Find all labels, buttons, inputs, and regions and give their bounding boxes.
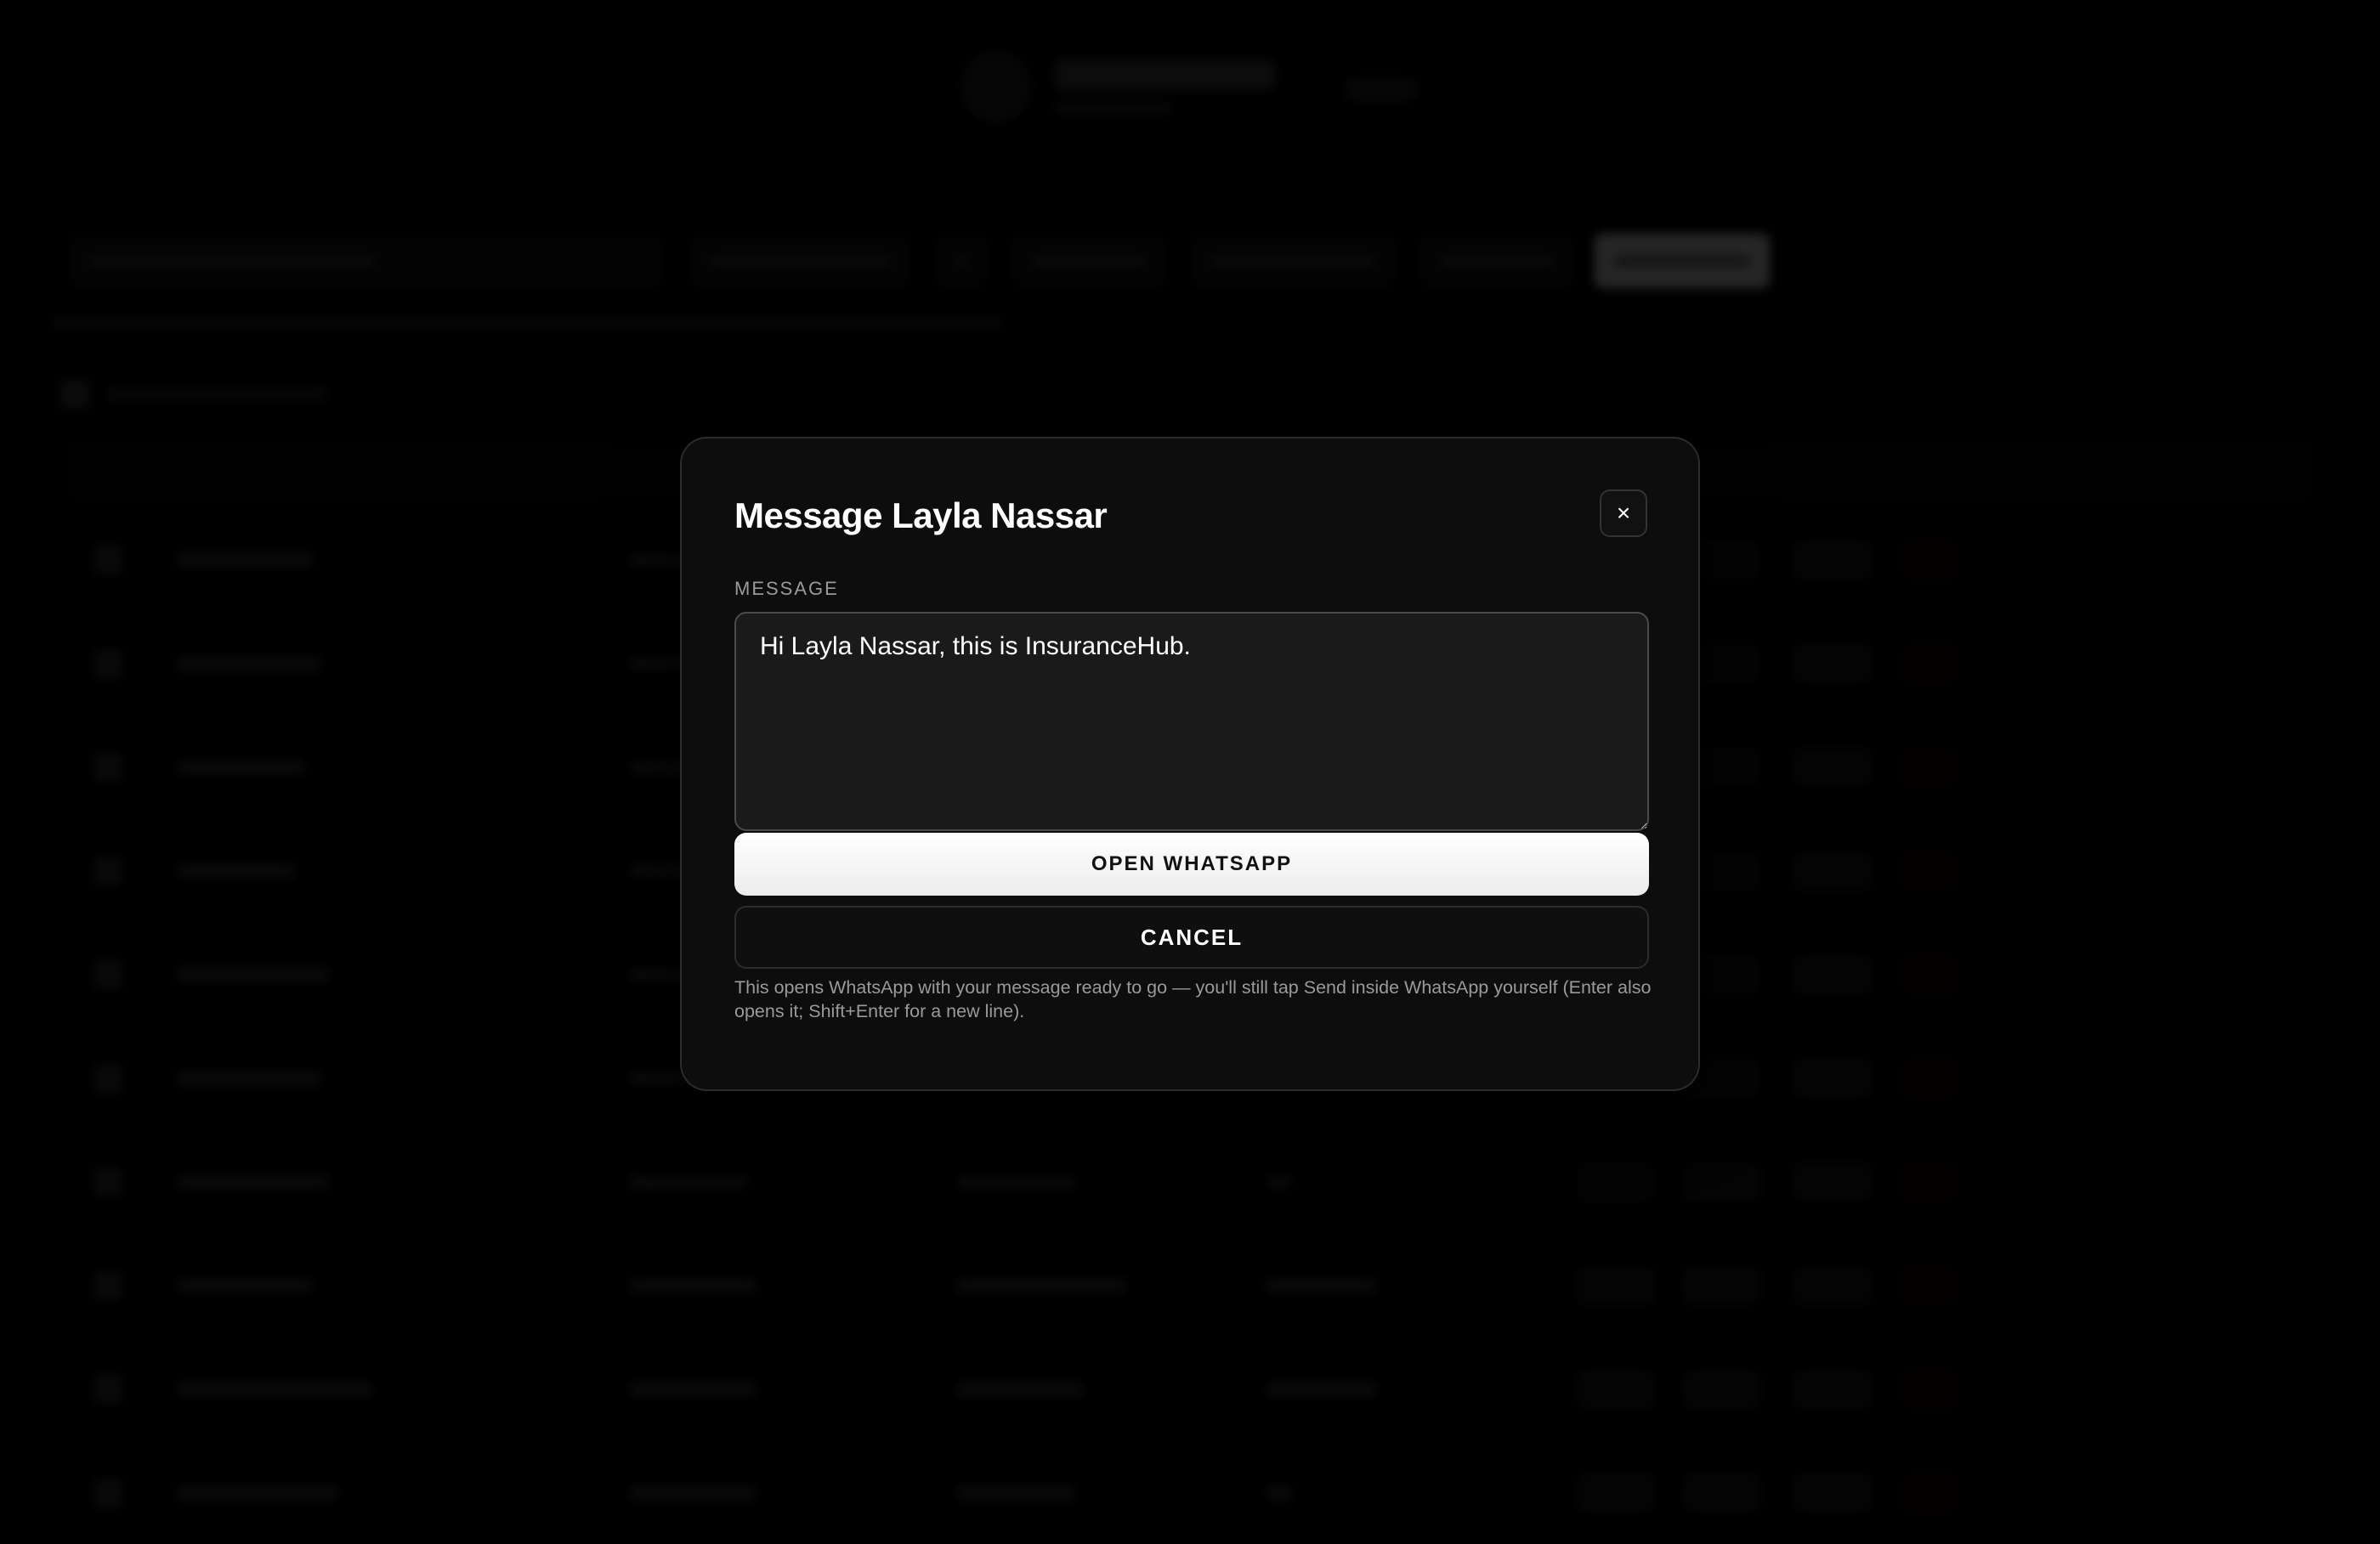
message-textarea[interactable]: Hi Layla Nassar, this is InsuranceHub. <box>734 612 1649 831</box>
cancel-button[interactable]: CANCEL <box>734 906 1649 969</box>
close-icon: × <box>1616 500 1631 526</box>
close-button[interactable]: × <box>1600 489 1647 537</box>
dialog-hint-text: This opens WhatsApp with your message re… <box>734 977 1652 1021</box>
dialog-title: Message Layla Nassar <box>734 495 1108 535</box>
message-field-label: MESSAGE <box>734 578 839 599</box>
open-whatsapp-button[interactable]: OPEN WHATSAPP <box>734 833 1649 896</box>
message-dialog: Message Layla Nassar × MESSAGE Hi Layla … <box>680 437 1700 1091</box>
